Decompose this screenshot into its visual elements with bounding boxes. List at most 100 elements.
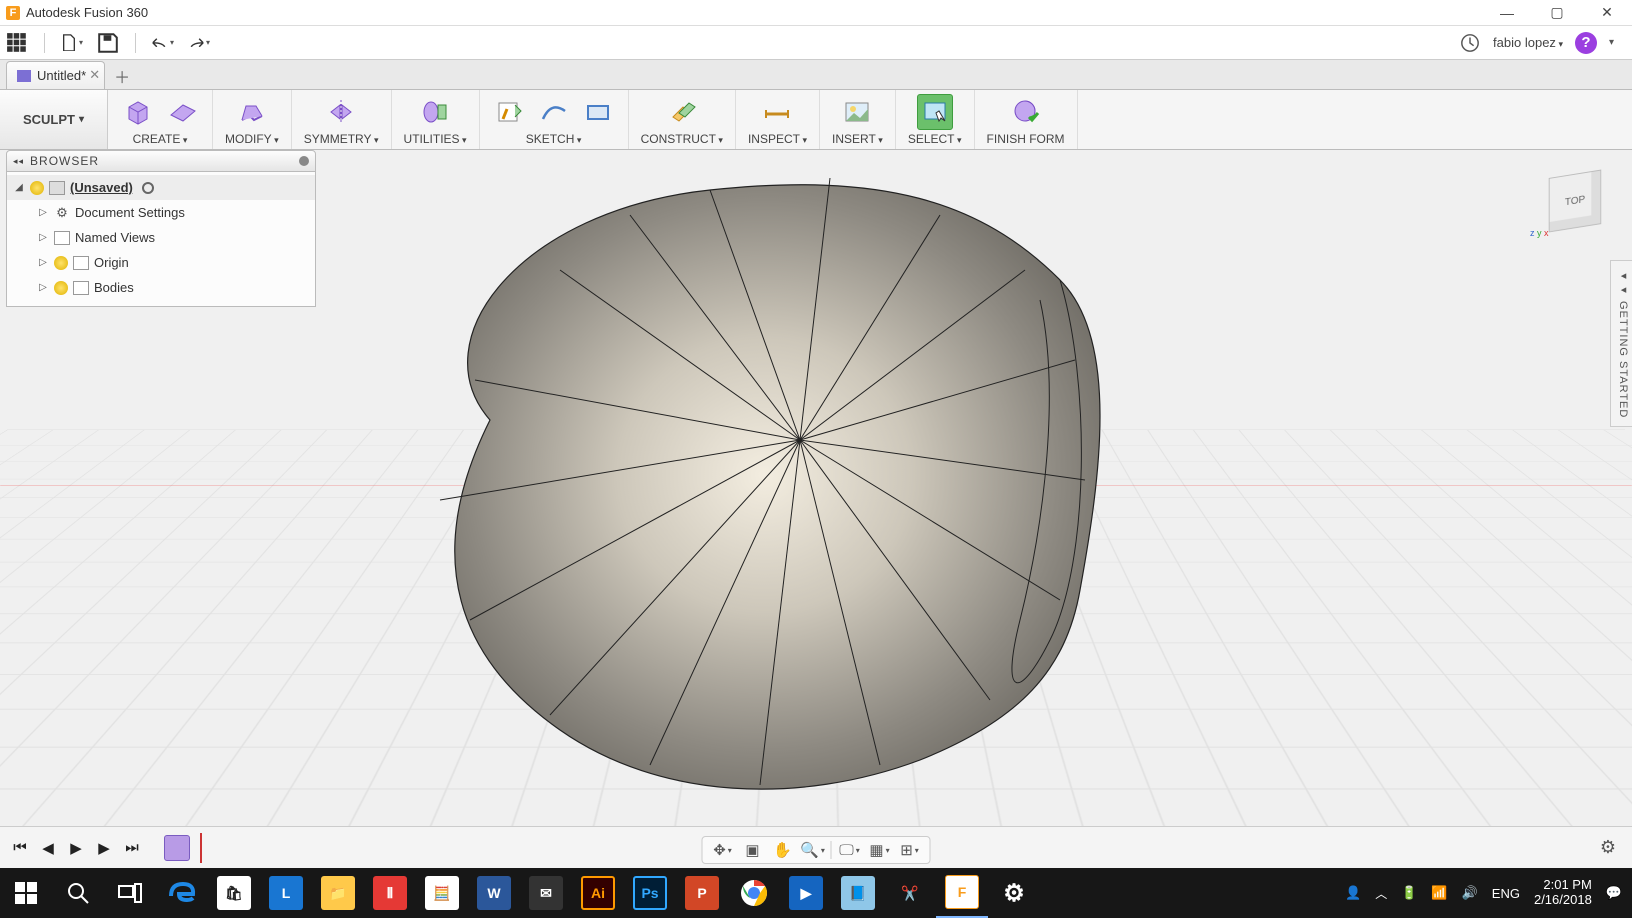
inspect-label[interactable]: INSPECT xyxy=(748,132,807,146)
taskbar-app-notes[interactable]: 📘 xyxy=(832,868,884,918)
timeline-feature-form[interactable] xyxy=(164,835,190,861)
inspect-icon[interactable] xyxy=(759,94,795,130)
tree-root[interactable]: ◢ (Unsaved) xyxy=(7,175,315,200)
sketch-label[interactable]: SKETCH xyxy=(526,132,582,146)
taskbar-app-snip[interactable]: ✂️ xyxy=(884,868,936,918)
spline-icon[interactable] xyxy=(536,94,572,130)
edit-form-icon[interactable] xyxy=(234,94,270,130)
symmetry-icon[interactable] xyxy=(323,94,359,130)
tray-chevron-icon[interactable]: ︿ xyxy=(1375,885,1387,902)
tree-item-origin[interactable]: ▷ Origin xyxy=(7,250,315,275)
utilities-icon[interactable] xyxy=(417,94,453,130)
look-at-icon[interactable]: ▣ xyxy=(741,839,765,861)
document-tab[interactable]: Untitled* ✕ xyxy=(6,61,105,89)
create-sketch-icon[interactable] xyxy=(492,94,528,130)
taskbar-app-word[interactable]: W xyxy=(468,868,520,918)
twisty-icon[interactable]: ◢ xyxy=(13,182,25,193)
zoom-icon[interactable]: 🔍 xyxy=(801,839,825,861)
getting-started-tab[interactable]: ◂◂ GETTING STARTED xyxy=(1610,260,1632,427)
finish-form-icon[interactable] xyxy=(1008,94,1044,130)
start-button[interactable] xyxy=(0,868,52,918)
tray-wifi-icon[interactable]: 📶 xyxy=(1431,885,1447,901)
visibility-icon[interactable] xyxy=(54,281,68,295)
timeline-step-back-icon[interactable]: ◀ xyxy=(38,838,58,858)
taskbar-app-explorer[interactable]: 📁 xyxy=(312,868,364,918)
create-label[interactable]: CREATE xyxy=(133,132,188,146)
select-label[interactable]: SELECT xyxy=(908,132,962,146)
taskbar-app-photoshop[interactable]: Ps xyxy=(624,868,676,918)
construct-label[interactable]: CONSTRUCT xyxy=(641,132,723,146)
browser-header[interactable]: ◂◂ BROWSER xyxy=(6,150,316,172)
timeline-start-icon[interactable]: ⏮ xyxy=(10,838,30,858)
tree-item-named-views[interactable]: ▷ Named Views xyxy=(7,225,315,250)
twisty-icon[interactable]: ▷ xyxy=(37,232,49,243)
display-settings-icon[interactable]: 🖵 xyxy=(838,839,862,861)
window-maximize[interactable]: ▢ xyxy=(1532,0,1582,26)
close-tab-icon[interactable]: ✕ xyxy=(89,67,100,83)
tray-battery-icon[interactable]: 🔋 xyxy=(1401,885,1417,901)
activate-icon[interactable] xyxy=(142,182,154,194)
user-menu[interactable]: fabio lopez xyxy=(1493,35,1563,50)
help-icon[interactable]: ? xyxy=(1575,32,1597,54)
select-icon[interactable] xyxy=(917,94,953,130)
redo-icon[interactable] xyxy=(188,32,210,54)
taskbar-app-l[interactable]: L xyxy=(260,868,312,918)
twisty-icon[interactable]: ▷ xyxy=(37,207,49,218)
collapse-icon[interactable]: ◂◂ xyxy=(13,156,24,167)
save-icon[interactable] xyxy=(97,32,119,54)
data-panel-icon[interactable] xyxy=(6,32,28,54)
taskbar-app-edge[interactable] xyxy=(156,868,208,918)
symmetry-label[interactable]: SYMMETRY xyxy=(304,132,379,146)
tray-people-icon[interactable]: 👤 xyxy=(1345,885,1361,901)
taskbar-app-illustrator[interactable]: Ai xyxy=(572,868,624,918)
construct-icon[interactable] xyxy=(664,94,700,130)
rectangle-icon[interactable] xyxy=(580,94,616,130)
box-tool-icon[interactable] xyxy=(120,94,156,130)
modify-label[interactable]: MODIFY xyxy=(225,132,279,146)
insert-label[interactable]: INSERT xyxy=(832,132,883,146)
undo-icon[interactable] xyxy=(152,32,174,54)
job-status-icon[interactable] xyxy=(1459,32,1481,54)
taskbar-app-mail[interactable]: ✉ xyxy=(520,868,572,918)
grid-settings-icon[interactable]: ▦ xyxy=(868,839,892,861)
finish-label[interactable]: FINISH FORM xyxy=(987,132,1065,146)
taskbar-app-chrome[interactable] xyxy=(728,868,780,918)
twisty-icon[interactable]: ▷ xyxy=(37,257,49,268)
panel-options-icon[interactable] xyxy=(299,156,309,166)
taskbar-app-red[interactable]: ⫴ xyxy=(364,868,416,918)
timeline-end-icon[interactable]: ⏭ xyxy=(122,838,142,858)
taskbar-app-fusion[interactable]: F xyxy=(936,868,988,918)
viewcube[interactable]: TOP z y x xyxy=(1536,162,1614,240)
taskbar-app-blue[interactable]: ▶ xyxy=(780,868,832,918)
tray-lang[interactable]: ENG xyxy=(1492,886,1520,901)
tree-item-bodies[interactable]: ▷ Bodies xyxy=(7,275,315,300)
file-menu-icon[interactable] xyxy=(61,32,83,54)
new-tab-button[interactable]: ＋ xyxy=(109,63,135,89)
timeline-settings-icon[interactable]: ⚙ xyxy=(1600,837,1616,858)
timeline-step-fwd-icon[interactable]: ▶ xyxy=(94,838,114,858)
search-icon[interactable] xyxy=(52,868,104,918)
pan-icon[interactable]: ✋ xyxy=(771,839,795,861)
tree-item-document-settings[interactable]: ▷ ⚙ Document Settings xyxy=(7,200,315,225)
tray-notifications-icon[interactable]: 💬 xyxy=(1606,885,1622,901)
insert-icon[interactable] xyxy=(839,94,875,130)
viewport-layout-icon[interactable]: ⊞ xyxy=(898,839,922,861)
tray-volume-icon[interactable]: 🔊 xyxy=(1462,885,1478,901)
window-minimize[interactable]: — xyxy=(1482,0,1532,26)
plane-tool-icon[interactable] xyxy=(164,94,200,130)
workspace-switcher[interactable]: SCULPT xyxy=(0,90,108,149)
visibility-icon[interactable] xyxy=(30,181,44,195)
taskbar-app-settings[interactable]: ⚙ xyxy=(988,868,1040,918)
model-shape[interactable] xyxy=(360,160,1180,810)
twisty-icon[interactable]: ▷ xyxy=(37,282,49,293)
taskbar-app-calc[interactable]: 🧮 xyxy=(416,868,468,918)
taskbar-app-store[interactable]: 🛍 xyxy=(208,868,260,918)
taskbar-app-powerpoint[interactable]: P xyxy=(676,868,728,918)
help-caret[interactable]: ▾ xyxy=(1609,37,1614,48)
visibility-icon[interactable] xyxy=(54,256,68,270)
timeline-marker[interactable] xyxy=(200,833,202,863)
task-view-icon[interactable] xyxy=(104,868,156,918)
timeline-play-icon[interactable]: ▶ xyxy=(66,838,86,858)
tray-clock[interactable]: 2:01 PM 2/16/2018 xyxy=(1534,878,1592,908)
orbit-icon[interactable]: ✥ xyxy=(711,839,735,861)
